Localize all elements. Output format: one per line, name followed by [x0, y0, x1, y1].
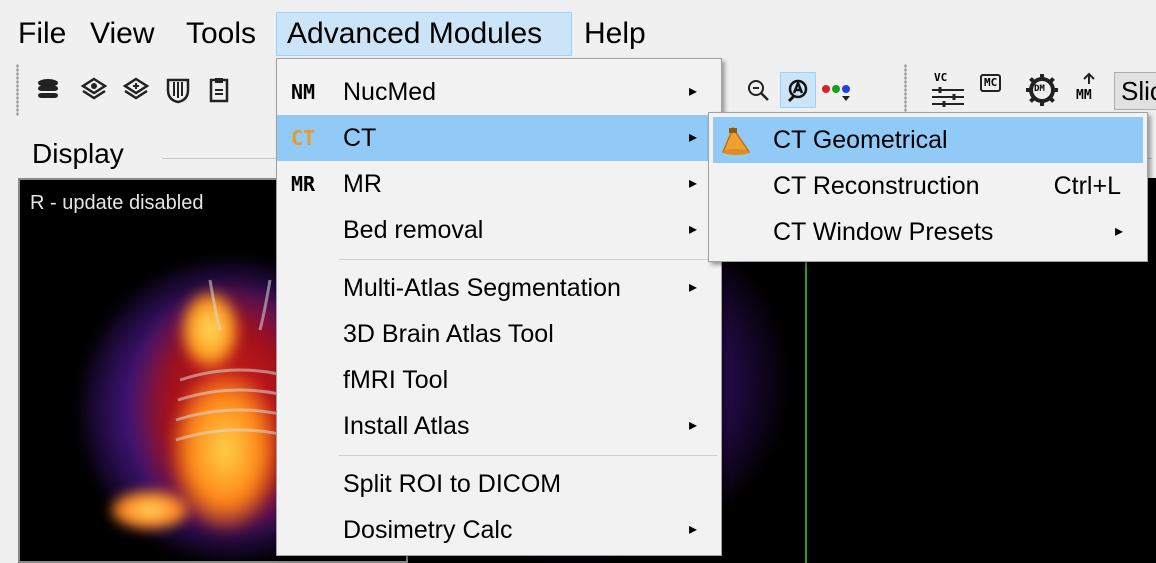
load-layer-icon[interactable] — [76, 72, 112, 108]
mm-label: MM — [1076, 88, 1092, 103]
menu-item-fmri-tool[interactable]: fMRI Tool — [277, 357, 721, 403]
menu-item-3d-brain-atlas-tool[interactable]: 3D Brain Atlas Tool — [277, 311, 721, 357]
nm-tag-icon: NM — [291, 80, 316, 104]
submenu-arrow-icon: ▸ — [1114, 223, 1123, 240]
submenu-arrow-icon: ▸ — [688, 175, 697, 192]
advanced-modules-menu: NM NucMed ▸ CT CT ▸ MR MR ▸ Bed removal … — [276, 58, 722, 556]
menu-item-label: CT Reconstruction — [773, 172, 980, 200]
zoom-out-icon[interactable] — [740, 72, 776, 108]
menu-view[interactable]: View — [80, 12, 164, 56]
color-channels-icon[interactable] — [820, 72, 856, 108]
menu-item-label: MR — [343, 170, 382, 198]
submenu-arrow-icon: ▸ — [688, 83, 697, 100]
menu-tools-label: Tools — [186, 17, 257, 50]
menu-item-ct-reconstruction[interactable]: CT Reconstruction Ctrl+L — [709, 163, 1147, 209]
mc-tool-icon[interactable]: MC — [980, 74, 1002, 92]
slice-dropdown[interactable]: Slic — [1114, 72, 1156, 110]
mr-tag-icon: MR — [291, 172, 316, 196]
menu-item-dosimetry-calc[interactable]: Dosimetry Calc ▸ — [277, 507, 721, 553]
menu-tools[interactable]: Tools — [176, 12, 266, 56]
menu-item-label: CT Window Presets — [773, 218, 994, 246]
menu-item-label: fMRI Tool — [343, 366, 449, 394]
menu-item-ct-window-presets[interactable]: CT Window Presets ▸ — [709, 209, 1147, 255]
vc-tool-icon[interactable]: VC — [930, 72, 966, 112]
submenu-arrow-icon: ▸ — [688, 521, 697, 538]
dm-label: DM — [1034, 84, 1045, 94]
menu-item-label: CT — [343, 124, 377, 152]
clipboard-export-icon[interactable] — [202, 72, 238, 108]
menu-item-install-atlas[interactable]: Install Atlas ▸ — [277, 403, 721, 449]
menu-view-label: View — [90, 17, 155, 50]
menu-item-multi-atlas-segmentation[interactable]: Multi-Atlas Segmentation ▸ — [277, 265, 721, 311]
toolbar-grip-2[interactable] — [904, 64, 907, 116]
menu-item-label: NucMed — [343, 78, 437, 106]
cone-beam-icon — [719, 125, 753, 155]
menu-separator — [339, 259, 717, 260]
viewport-status: R - update disabled — [30, 192, 204, 214]
menu-item-label: Install Atlas — [343, 412, 470, 440]
slice-dropdown-label: Slic — [1121, 76, 1156, 106]
menu-item-label: CT Geometrical — [773, 126, 948, 154]
menubar: File View Tools Advanced Modules Help — [0, 0, 1156, 58]
toolbar-grip[interactable] — [16, 64, 19, 116]
ct-tag-icon: CT — [291, 126, 316, 150]
menu-file[interactable]: File — [8, 12, 76, 56]
menu-item-mr[interactable]: MR MR ▸ — [277, 161, 721, 207]
menu-advanced-modules[interactable]: Advanced Modules — [276, 12, 572, 56]
menu-separator — [339, 455, 717, 456]
vc-label: VC — [934, 71, 948, 84]
mm-tool-icon[interactable]: MM — [1072, 72, 1106, 112]
menu-item-label: Multi-Atlas Segmentation — [343, 274, 621, 302]
shortcut-label: Ctrl+L — [1053, 172, 1121, 200]
menu-item-ct[interactable]: CT CT ▸ — [277, 115, 721, 161]
menu-item-ct-geometrical[interactable]: CT Geometrical — [713, 117, 1143, 163]
menu-item-nucmed[interactable]: NM NucMed ▸ — [277, 69, 721, 115]
menu-item-label: Bed removal — [343, 216, 484, 244]
add-layer-icon[interactable] — [118, 72, 154, 108]
annotation-tool-icon[interactable] — [780, 72, 816, 108]
submenu-arrow-icon: ▸ — [688, 417, 697, 434]
display-title: Display — [32, 138, 124, 169]
submenu-arrow-icon: ▸ — [688, 279, 697, 296]
menu-item-label: 3D Brain Atlas Tool — [343, 320, 554, 348]
dm-tool-icon[interactable]: DM — [1024, 72, 1060, 108]
submenu-arrow-icon: ▸ — [688, 129, 697, 146]
menu-file-label: File — [18, 17, 67, 50]
menu-help[interactable]: Help — [574, 12, 656, 56]
menu-item-label: Split ROI to DICOM — [343, 470, 562, 498]
database-icon[interactable] — [30, 72, 66, 108]
menu-item-label: Dosimetry Calc — [343, 516, 513, 544]
submenu-arrow-icon: ▸ — [688, 221, 697, 238]
mask-shield-icon[interactable] — [160, 72, 196, 108]
menu-advanced-modules-label: Advanced Modules — [287, 17, 543, 50]
menu-item-split-roi-to-dicom[interactable]: Split ROI to DICOM — [277, 461, 721, 507]
ct-submenu: CT Geometrical CT Reconstruction Ctrl+L … — [708, 112, 1148, 262]
menu-item-bed-removal[interactable]: Bed removal ▸ — [277, 207, 721, 253]
menu-help-label: Help — [584, 17, 646, 50]
